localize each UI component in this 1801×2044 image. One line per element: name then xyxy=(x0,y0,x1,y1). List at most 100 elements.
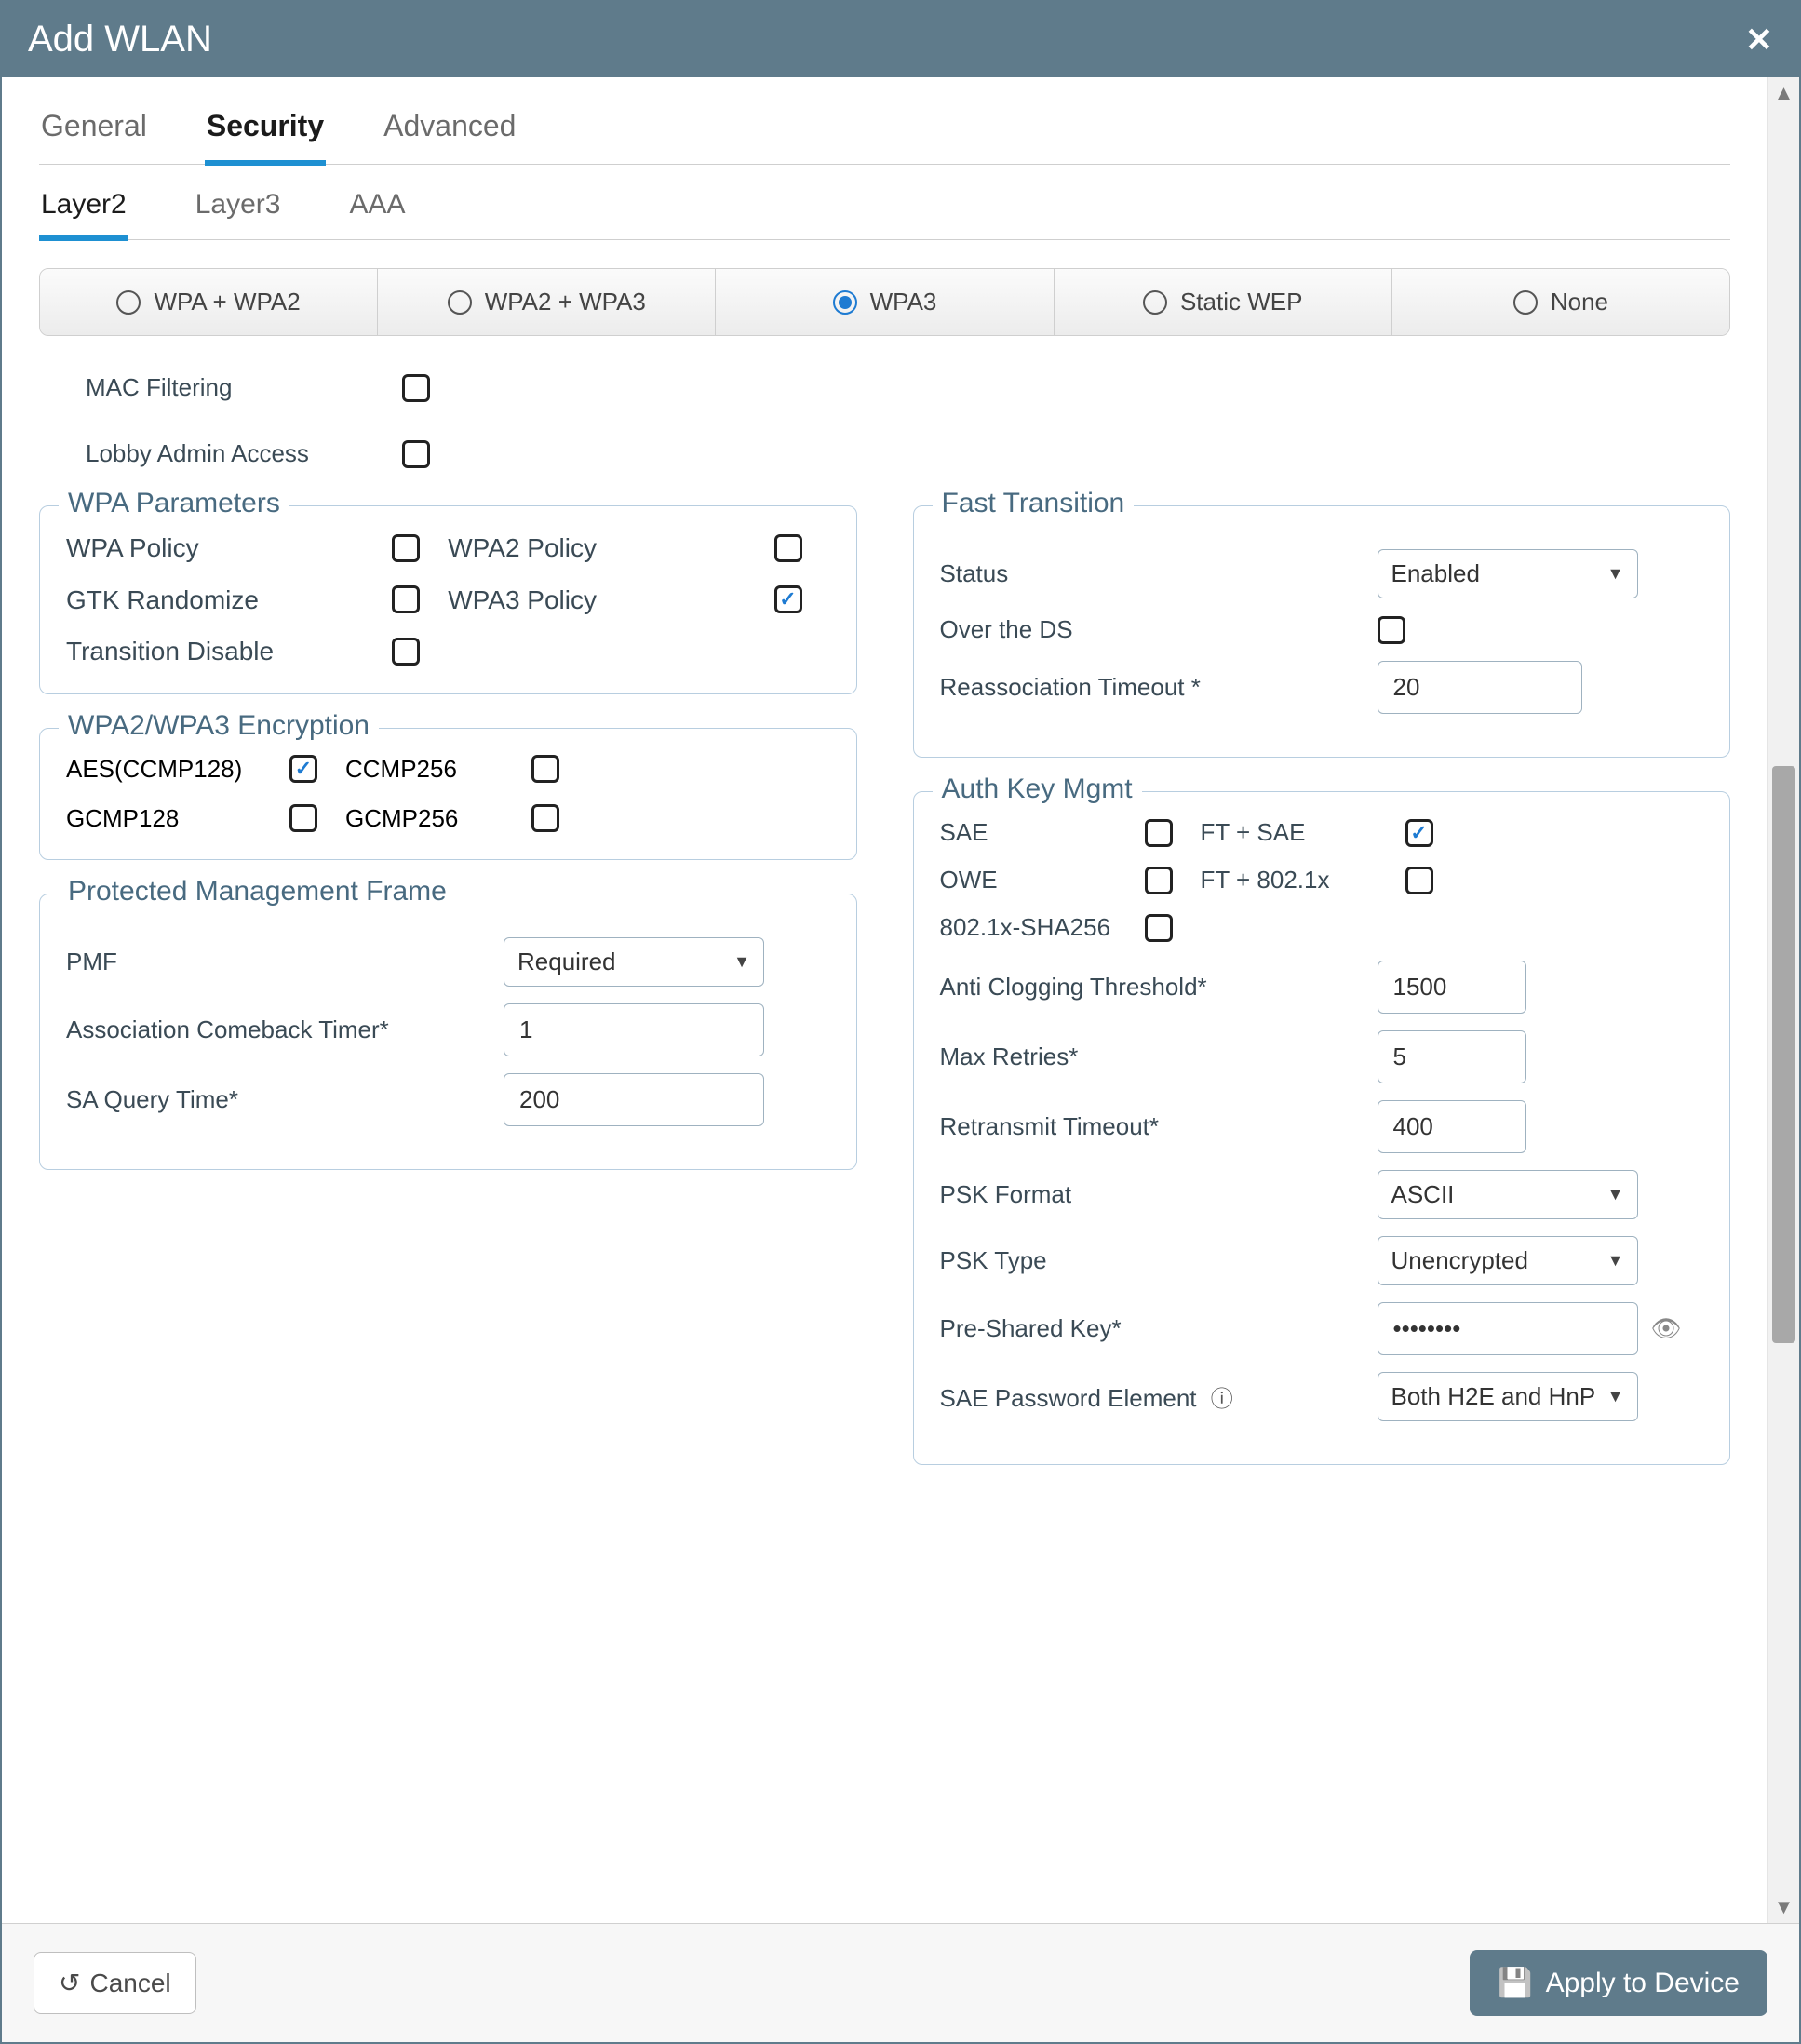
sae-pwe-select[interactable]: Both H2E and HnP ▼ xyxy=(1378,1372,1638,1421)
over-ds-label: Over the DS xyxy=(940,615,1378,644)
security-mode-bar: WPA + WPA2 WPA2 + WPA3 WPA3 Static WEP N… xyxy=(39,268,1730,336)
apply-to-device-button[interactable]: Apply to Device xyxy=(1470,1950,1767,2016)
lobby-admin-checkbox[interactable] xyxy=(402,440,430,468)
psk-format-value: ASCII xyxy=(1391,1180,1455,1209)
aes-ccmp128-checkbox[interactable] xyxy=(289,755,317,783)
transition-disable-label: Transition Disable xyxy=(66,636,392,667)
retransmit-label: Retransmit Timeout* xyxy=(940,1112,1378,1141)
owe-checkbox[interactable] xyxy=(1145,867,1173,894)
title-bar: Add WLAN ✕ xyxy=(2,2,1799,77)
over-ds-checkbox[interactable] xyxy=(1378,616,1405,644)
gtk-randomize-checkbox[interactable] xyxy=(392,585,420,613)
tab-advanced[interactable]: Advanced xyxy=(382,100,517,164)
subtab-layer2[interactable]: Layer2 xyxy=(39,180,128,241)
scroll-down-icon[interactable]: ▼ xyxy=(1768,1895,1799,1919)
mac-filtering-checkbox[interactable] xyxy=(402,374,430,402)
ft-8021x-label: FT + 802.1x xyxy=(1201,866,1405,894)
radio-icon xyxy=(448,290,472,315)
max-retries-label: Max Retries* xyxy=(940,1042,1378,1071)
mode-wpa3[interactable]: WPA3 xyxy=(716,269,1054,335)
psk-type-label: PSK Type xyxy=(940,1246,1378,1275)
radio-icon xyxy=(833,290,857,315)
max-retries-input[interactable] xyxy=(1378,1030,1526,1083)
gcmp128-checkbox[interactable] xyxy=(289,804,317,832)
tab-general[interactable]: General xyxy=(39,100,149,164)
sa-query-label: SA Query Time* xyxy=(66,1085,504,1114)
owe-label: OWE xyxy=(940,866,1145,894)
ccmp256-checkbox[interactable] xyxy=(531,755,559,783)
akm-legend: Auth Key Mgmt xyxy=(933,773,1142,805)
mode-none[interactable]: None xyxy=(1392,269,1729,335)
eye-off-icon[interactable]: 👁 xyxy=(1651,1314,1682,1343)
save-icon xyxy=(1498,1967,1532,1999)
content-area: General Security Advanced Layer2 Layer3 … xyxy=(2,77,1767,1923)
right-column: Fast Transition Status Enabled ▼ Over th… xyxy=(913,505,1731,1499)
mode-label: WPA3 xyxy=(870,288,937,316)
vertical-scrollbar[interactable]: ▲ ▼ xyxy=(1767,77,1799,1923)
radio-icon xyxy=(1513,290,1538,315)
mode-wpa2-wpa3[interactable]: WPA2 + WPA3 xyxy=(378,269,716,335)
transition-disable-checkbox[interactable] xyxy=(392,638,420,666)
ft-8021x-checkbox[interactable] xyxy=(1405,867,1433,894)
retransmit-input[interactable] xyxy=(1378,1100,1526,1153)
ft-sae-label: FT + SAE xyxy=(1201,818,1405,847)
reassoc-timeout-input[interactable] xyxy=(1378,661,1582,714)
wpa3-policy-checkbox[interactable] xyxy=(774,585,802,613)
sa-query-input[interactable] xyxy=(504,1073,764,1126)
assoc-comeback-label: Association Comeback Timer* xyxy=(66,1015,504,1044)
wpa-policy-checkbox[interactable] xyxy=(392,534,420,562)
anti-clog-input[interactable] xyxy=(1378,961,1526,1014)
reassoc-timeout-label: Reassociation Timeout * xyxy=(940,673,1378,702)
psk-type-value: Unencrypted xyxy=(1391,1246,1528,1275)
mode-wpa-wpa2[interactable]: WPA + WPA2 xyxy=(40,269,378,335)
subtab-layer3[interactable]: Layer3 xyxy=(194,180,283,239)
pmf-fieldset: Protected Management Frame PMF Required … xyxy=(39,894,857,1170)
psk-type-select[interactable]: Unencrypted ▼ xyxy=(1378,1236,1638,1285)
subtab-aaa[interactable]: AAA xyxy=(347,180,407,239)
ft-status-select[interactable]: Enabled ▼ xyxy=(1378,549,1638,598)
wpa-parameters-legend: WPA Parameters xyxy=(59,488,289,519)
8021x-sha256-checkbox[interactable] xyxy=(1145,914,1173,942)
pmf-select[interactable]: Required ▼ xyxy=(504,937,764,987)
gcmp256-label: GCMP256 xyxy=(345,804,531,833)
info-icon[interactable]: ⓘ xyxy=(1211,1387,1233,1412)
two-columns: WPA Parameters WPA Policy WPA2 Policy GT… xyxy=(39,505,1730,1499)
wpa-policy-label: WPA Policy xyxy=(66,532,392,564)
fast-transition-fieldset: Fast Transition Status Enabled ▼ Over th… xyxy=(913,505,1731,758)
mode-label: WPA + WPA2 xyxy=(154,288,300,316)
mode-label: None xyxy=(1551,288,1608,316)
mode-label: Static WEP xyxy=(1180,288,1302,316)
gcmp256-checkbox[interactable] xyxy=(531,804,559,832)
sae-pwe-label: SAE Password Element ⓘ xyxy=(940,1380,1378,1413)
scrollbar-thumb[interactable] xyxy=(1772,766,1795,1343)
gcmp128-label: GCMP128 xyxy=(66,804,289,833)
tab-security[interactable]: Security xyxy=(205,100,326,166)
ft-sae-checkbox[interactable] xyxy=(1405,819,1433,847)
close-icon[interactable]: ✕ xyxy=(1745,20,1773,60)
lobby-admin-label: Lobby Admin Access xyxy=(86,439,402,468)
pmf-label: PMF xyxy=(66,948,504,976)
wpa2-policy-checkbox[interactable] xyxy=(774,534,802,562)
ft-status-value: Enabled xyxy=(1391,559,1480,588)
mode-static-wep[interactable]: Static WEP xyxy=(1055,269,1392,335)
psk-input[interactable] xyxy=(1378,1302,1638,1355)
chevron-down-icon: ▼ xyxy=(733,952,750,972)
sub-tabs: Layer2 Layer3 AAA xyxy=(39,180,1730,240)
8021x-sha256-label: 802.1x-SHA256 xyxy=(940,913,1145,942)
cancel-button[interactable]: Cancel xyxy=(34,1952,196,2014)
encryption-legend: WPA2/WPA3 Encryption xyxy=(59,710,379,742)
modal-title: Add WLAN xyxy=(28,19,212,61)
sae-label: SAE xyxy=(940,818,1145,847)
psk-label: Pre-Shared Key* xyxy=(940,1314,1378,1343)
lobby-admin-row: Lobby Admin Access xyxy=(86,439,1730,468)
psk-format-select[interactable]: ASCII ▼ xyxy=(1378,1170,1638,1219)
left-column: WPA Parameters WPA Policy WPA2 Policy GT… xyxy=(39,505,857,1499)
assoc-comeback-input[interactable] xyxy=(504,1003,764,1056)
sae-pwe-value: Both H2E and HnP xyxy=(1391,1382,1596,1411)
sae-checkbox[interactable] xyxy=(1145,819,1173,847)
scroll-up-icon[interactable]: ▲ xyxy=(1768,81,1799,105)
auth-key-mgmt-fieldset: Auth Key Mgmt SAE FT + SAE OWE FT + 802.… xyxy=(913,791,1731,1465)
anti-clog-label: Anti Clogging Threshold* xyxy=(940,973,1378,1002)
cancel-label: Cancel xyxy=(89,1969,170,1998)
radio-icon xyxy=(116,290,141,315)
